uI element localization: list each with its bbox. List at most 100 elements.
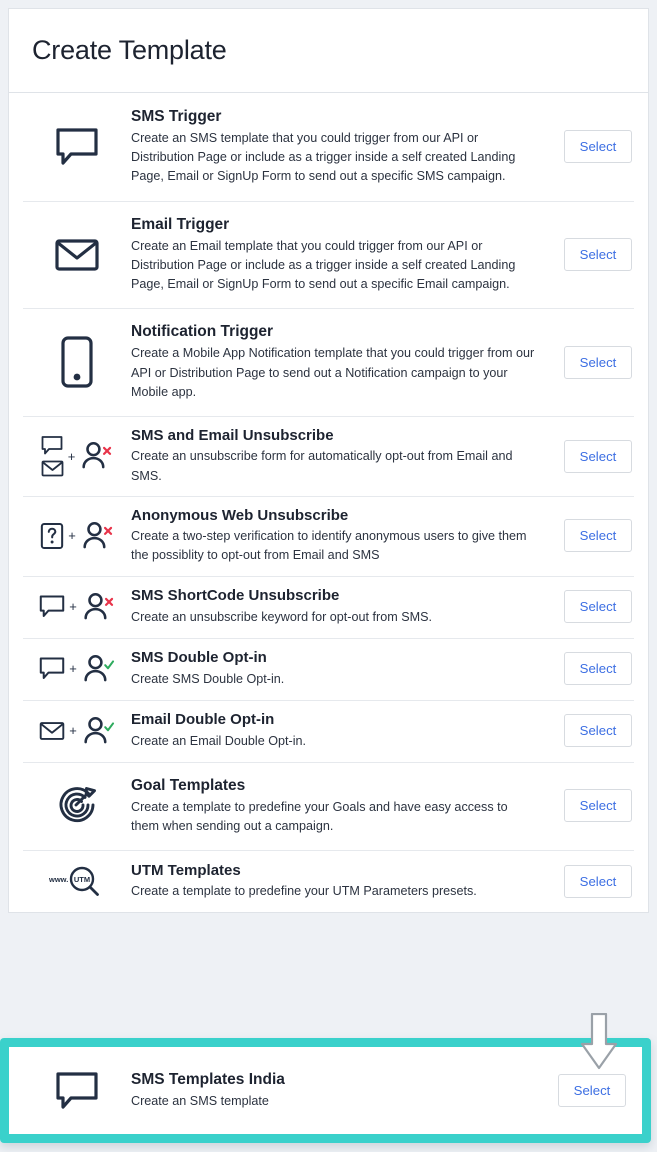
plus-symbol-icon: + [69, 723, 77, 739]
row-text: SMS Templates India Create an SMS templa… [131, 1056, 540, 1125]
row-icon-group: + [23, 435, 131, 478]
row-action: Select [546, 439, 632, 473]
row-text: UTM Templates Create a template to prede… [131, 851, 546, 912]
row-icon-group: + [23, 652, 131, 686]
table-row[interactable]: + SMS Double Opt-in Create SMS Double Op… [9, 637, 648, 700]
template-list: SMS Trigger Create an SMS template that … [9, 93, 648, 912]
plus-symbol-icon: + [69, 661, 77, 677]
row-action: Select [546, 652, 632, 686]
item-title: SMS and Email Unsubscribe [131, 427, 334, 445]
row-icon-group [23, 236, 131, 274]
create-template-page: Create Template SMS Trigger Create an SM… [0, 0, 657, 1152]
envelope-icon [41, 459, 64, 478]
item-title: SMS Double Opt-in [131, 649, 267, 667]
row-icon-group: + [23, 519, 131, 553]
select-button[interactable]: Select [558, 1074, 626, 1107]
select-button[interactable]: Select [564, 590, 632, 624]
row-text: Email Double Opt-in Create an Email Doub… [131, 700, 546, 761]
speech-bubble-icon [39, 594, 65, 619]
select-button[interactable]: Select [564, 130, 632, 164]
item-title: Anonymous Web Unsubscribe [131, 506, 349, 524]
select-button[interactable]: Select [564, 238, 632, 272]
item-description: Create a Mobile App Notification templat… [131, 346, 535, 399]
row-action: Select [546, 519, 632, 553]
item-title: UTM Templates [131, 861, 241, 879]
row-action: Select [540, 1074, 626, 1107]
table-row[interactable]: Goal Templates Create a template to pred… [9, 761, 648, 850]
item-title: Email Trigger [131, 215, 230, 233]
person-remove-icon [81, 590, 115, 624]
card-header: Create Template [9, 9, 648, 93]
select-button[interactable]: Select [564, 519, 632, 553]
svg-text:UTM: UTM [74, 875, 90, 884]
row-text: Goal Templates Create a template to pred… [131, 762, 546, 850]
speech-bubble-icon [55, 1070, 99, 1112]
row-text: SMS Trigger Create an SMS template that … [131, 93, 546, 201]
select-button[interactable]: Select [564, 789, 632, 823]
row-text: Anonymous Web Unsubscribe Create a two-s… [131, 496, 546, 576]
row-icon-group: + [23, 590, 131, 624]
table-row[interactable]: + SMS and Email Unsubscribe Create an un… [9, 416, 648, 496]
item-description: Create SMS Double Opt-in. [131, 671, 285, 686]
person-check-icon [81, 652, 115, 686]
row-icon-group [23, 335, 131, 389]
plus-symbol-icon: + [68, 528, 76, 544]
table-row[interactable]: + Anonymous Web Unsubscribe Create a two… [9, 495, 648, 576]
table-row[interactable]: + SMS ShortCode Unsubscribe Create an un… [9, 575, 648, 638]
plus-symbol-icon: + [67, 448, 76, 464]
row-action: Select [546, 590, 632, 624]
row-icon-group [23, 782, 131, 830]
row-action: Select [546, 789, 632, 823]
select-button[interactable]: Select [564, 345, 632, 379]
item-description: Create an unsubscribe form for automatic… [131, 449, 513, 483]
row-icon-group [23, 126, 131, 168]
target-goal-icon [53, 782, 101, 830]
envelope-icon [54, 236, 100, 274]
mobile-phone-icon [60, 335, 94, 389]
anonymous-question-icon [40, 522, 64, 550]
item-title: SMS Trigger [131, 108, 222, 125]
svg-text:www.: www. [48, 875, 68, 884]
person-remove-icon [80, 519, 114, 553]
table-row[interactable]: www. UTM UTM Templates Create a template… [9, 850, 648, 912]
table-row[interactable]: + Email Double Opt-in Create an Email Do… [9, 699, 648, 762]
row-text: Email Trigger Create an Email template t… [131, 201, 546, 309]
item-description: Create an Email template that you could … [131, 238, 516, 292]
row-icon-group: www. UTM [23, 864, 131, 898]
highlighted-template-row-wrapper: SMS Templates India Create an SMS templa… [0, 1038, 651, 1143]
select-button[interactable]: Select [564, 439, 632, 473]
plus-symbol-icon: + [69, 599, 77, 615]
table-row[interactable]: SMS Trigger Create an SMS template that … [9, 93, 648, 201]
row-text: SMS Double Opt-in Create SMS Double Opt-… [131, 638, 546, 699]
speech-bubble-icon [39, 656, 65, 681]
item-description: Create an SMS template that you could tr… [131, 130, 516, 184]
item-title: SMS ShortCode Unsubscribe [131, 587, 340, 605]
item-title: Notification Trigger [131, 323, 274, 341]
item-description: Create an SMS template [131, 1093, 269, 1108]
row-text: SMS and Email Unsubscribe Create an unsu… [131, 416, 546, 496]
table-row-highlighted[interactable]: SMS Templates India Create an SMS templa… [9, 1047, 642, 1134]
table-row[interactable]: Notification Trigger Create a Mobile App… [9, 308, 648, 416]
row-icon-group: + [23, 714, 131, 748]
item-description: Create a template to predefine your UTM … [131, 884, 477, 899]
item-description: Create a template to predefine your Goal… [131, 799, 508, 833]
table-row[interactable]: Email Trigger Create an Email template t… [9, 200, 648, 309]
speech-bubble-icon [41, 435, 63, 456]
item-title: SMS Templates India [131, 1070, 285, 1088]
person-check-icon [81, 714, 115, 748]
item-title: Email Double Opt-in [131, 711, 275, 729]
select-button[interactable]: Select [564, 864, 632, 898]
row-action: Select [546, 345, 632, 379]
speech-bubble-icon [55, 126, 99, 168]
person-remove-icon [79, 439, 113, 473]
utm-magnifier-icon: www. UTM [48, 864, 106, 898]
item-description: Create an unsubscribe keyword for opt-ou… [131, 609, 432, 624]
item-description: Create an Email Double Opt-in. [131, 733, 306, 748]
select-button[interactable]: Select [564, 652, 632, 686]
envelope-icon [39, 720, 65, 742]
row-action: Select [546, 130, 632, 164]
item-description: Create a two-step verification to identi… [131, 529, 527, 563]
select-button[interactable]: Select [564, 714, 632, 748]
row-action: Select [546, 714, 632, 748]
row-action: Select [546, 238, 632, 272]
